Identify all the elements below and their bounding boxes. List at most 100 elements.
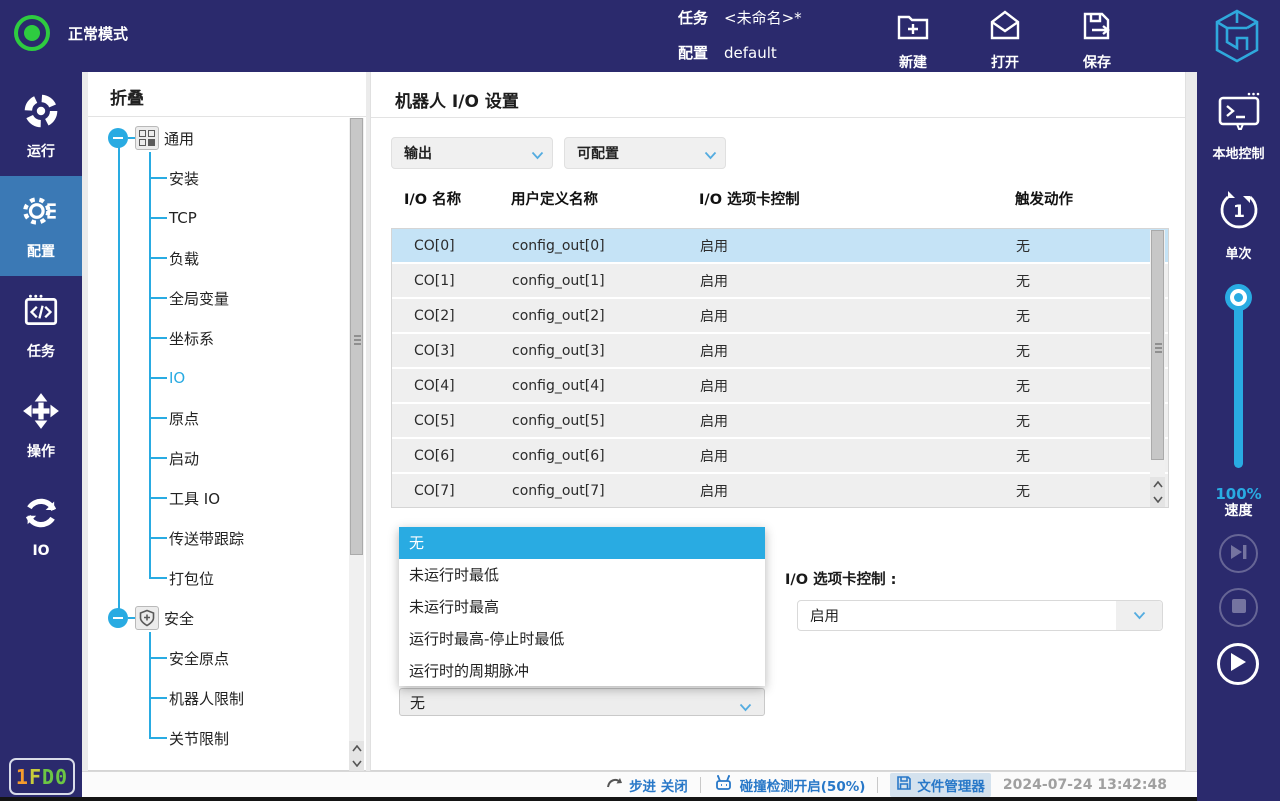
open-task-button[interactable]: 打开	[972, 7, 1038, 72]
tree-item[interactable]: 原点	[88, 398, 348, 438]
tree-group-safety[interactable]: 安全	[88, 598, 348, 638]
tree-item[interactable]: 启动	[88, 438, 348, 478]
chevron-down-icon	[531, 148, 544, 164]
tree-item[interactable]: IO	[88, 358, 348, 398]
stop-button[interactable]	[1219, 588, 1258, 627]
play-button[interactable]	[1217, 643, 1259, 685]
dropdown-option[interactable]: 运行时的周期脉冲	[399, 654, 765, 686]
stop-icon	[1231, 598, 1247, 618]
tree-scrollbar-thumb[interactable]	[350, 118, 363, 555]
table-row[interactable]: CO[2] config_out[2] 启用 无	[392, 299, 1168, 334]
tree-item[interactable]: 坐标系	[88, 318, 348, 358]
table-header: I/O 名称 用户定义名称 I/O 选项卡控制 触发动作	[391, 188, 1169, 209]
io-type-select[interactable]: 可配置	[564, 137, 726, 169]
tree-item[interactable]: 安装	[88, 158, 348, 198]
dropdown-option[interactable]: 运行时最高-停止时最低	[399, 622, 765, 654]
table-row[interactable]: CO[3] config_out[3] 启用 无	[392, 334, 1168, 369]
mode-indicator: 正常模式	[14, 15, 128, 51]
io-name-cell: CO[2]	[392, 308, 512, 324]
sidebar-item-io[interactable]: IO	[0, 476, 82, 576]
trigger-cell: 无	[1016, 411, 1168, 431]
file-manager-button[interactable]: 文件管理器	[890, 773, 991, 797]
svg-text:1: 1	[1233, 202, 1245, 222]
tree-item[interactable]: 负载	[88, 238, 348, 278]
single-run-button[interactable]: 1 单次	[1197, 188, 1280, 262]
tree-group-general[interactable]: 通用	[88, 118, 348, 158]
brand-logo-icon	[1212, 8, 1262, 68]
sidebar-item-run[interactable]: 运行	[0, 76, 82, 176]
tree-item[interactable]: 打包位	[88, 558, 348, 598]
table-scrollbar-thumb[interactable]	[1151, 230, 1164, 460]
io-direction-select[interactable]: 输出	[391, 137, 553, 169]
code-window-icon	[21, 291, 61, 335]
sidebar-item-operate[interactable]: 操作	[0, 376, 82, 476]
collapse-node-icon[interactable]	[108, 128, 128, 148]
mode-label: 正常模式	[68, 23, 128, 44]
step-next-button[interactable]	[1219, 534, 1258, 573]
normal-mode-status-icon	[14, 15, 50, 51]
tab-control-cell: 启用	[700, 271, 1016, 291]
scroll-down-button[interactable]	[349, 756, 364, 771]
dropdown-option[interactable]: 未运行时最低	[399, 559, 765, 591]
column-header: I/O 名称	[391, 188, 511, 209]
user-name-cell: config_out[2]	[512, 308, 700, 324]
table-row[interactable]: CO[0] config_out[0] 启用 无	[392, 229, 1168, 264]
new-task-button[interactable]: 新建	[880, 7, 946, 72]
scroll-down-button[interactable]	[1150, 492, 1165, 507]
trigger-cell: 无	[1016, 271, 1168, 291]
sidebar-item-config[interactable]: 配置	[0, 176, 82, 276]
tree-item[interactable]: 安全原点	[88, 638, 348, 678]
tree-item[interactable]: 工具 IO	[88, 478, 348, 518]
user-name-cell: config_out[4]	[512, 378, 700, 394]
table-scrollbar[interactable]	[1150, 230, 1165, 507]
speed-slider-handle[interactable]	[1225, 284, 1252, 311]
scroll-up-button[interactable]	[349, 741, 364, 756]
trigger-cell: 无	[1016, 376, 1168, 396]
tree-scrollbar[interactable]	[349, 118, 364, 771]
collision-robot-icon	[713, 774, 735, 796]
column-header: I/O 选项卡控制	[699, 188, 1015, 209]
config-tree-panel: 折叠 通用 安装 TCP	[88, 72, 366, 771]
tree-item[interactable]: 全局变量	[88, 278, 348, 318]
tree-item[interactable]: 机器人限制	[88, 678, 348, 718]
single-cycle-icon: 1	[1216, 188, 1262, 238]
io-table-rows: CO[0] config_out[0] 启用 无 CO[1] config_ou…	[392, 229, 1168, 507]
collapse-button[interactable]: 折叠	[110, 84, 144, 109]
collision-detection-status[interactable]: 碰撞检测开启(50%)	[713, 774, 866, 796]
trigger-action-select[interactable]: 无	[399, 688, 765, 716]
speed-label: 速度	[1197, 503, 1280, 520]
scroll-up-button[interactable]	[1150, 477, 1165, 492]
tab-control-cell: 启用	[700, 306, 1016, 326]
io-name-cell: CO[5]	[392, 413, 512, 429]
config-tree: 通用 安装 TCP 负载 全局变量	[88, 118, 348, 758]
tree-item[interactable]: 传送带跟踪	[88, 518, 348, 558]
config-value: default	[724, 44, 777, 62]
table-row[interactable]: CO[7] config_out[7] 启用 无	[392, 474, 1168, 507]
io-tab-control-label: I/O 选项卡控制 :	[785, 568, 896, 589]
io-tab-control-select[interactable]: 启用	[797, 600, 1163, 631]
tree-item[interactable]: TCP	[88, 198, 348, 238]
table-row[interactable]: CO[1] config_out[1] 启用 无	[392, 264, 1168, 299]
save-icon	[1078, 7, 1116, 49]
config-label: 配置	[678, 44, 724, 62]
io-name-cell: CO[6]	[392, 448, 512, 464]
sidebar-item-task[interactable]: 任务	[0, 276, 82, 376]
io-name-cell: CO[4]	[392, 378, 512, 394]
tab-control-cell: 启用	[700, 481, 1016, 501]
dropdown-option[interactable]: 无	[399, 527, 765, 559]
table-row[interactable]: CO[6] config_out[6] 启用 无	[392, 439, 1168, 474]
gear-icon	[21, 191, 61, 235]
play-icon	[1229, 652, 1247, 676]
task-value: <未命名>*	[724, 9, 802, 27]
table-row[interactable]: CO[5] config_out[5] 启用 无	[392, 404, 1168, 439]
tree-item[interactable]: 关节限制	[88, 718, 348, 758]
dropdown-option[interactable]: 未运行时最高	[399, 591, 765, 623]
step-mode-status[interactable]: 步进 关闭	[606, 775, 688, 795]
local-control-button[interactable]: 本地控制	[1197, 90, 1280, 162]
save-task-button[interactable]: 保存	[1064, 7, 1130, 72]
speed-indicator: 100% 速度	[1197, 486, 1280, 520]
safety-children: 安全原点 机器人限制 关节限制	[88, 638, 348, 758]
collapse-node-icon[interactable]	[108, 608, 128, 628]
speed-slider-track[interactable]	[1234, 297, 1243, 468]
table-row[interactable]: CO[4] config_out[4] 启用 无	[392, 369, 1168, 404]
